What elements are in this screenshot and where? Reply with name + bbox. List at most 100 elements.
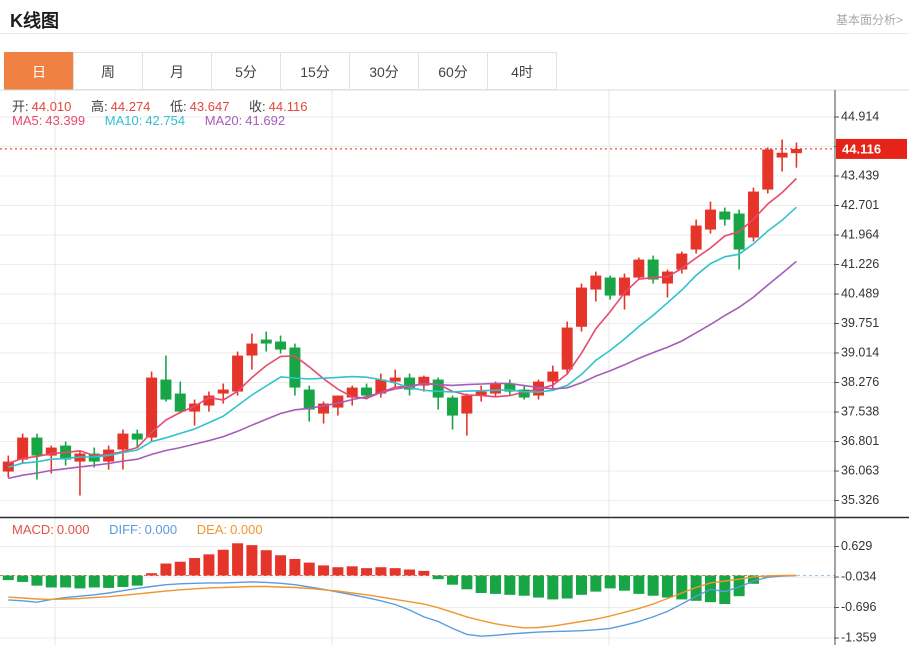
candle-body bbox=[132, 434, 143, 440]
ma20-value: 41.692 bbox=[245, 113, 285, 128]
macd-histogram-bar bbox=[246, 545, 257, 575]
diff-value: 0.000 bbox=[145, 522, 178, 537]
macd-histogram-bar bbox=[232, 543, 243, 575]
macd-histogram-bar bbox=[562, 576, 573, 599]
macd-histogram-bar bbox=[605, 576, 616, 589]
candle-body bbox=[289, 348, 300, 388]
macd-histogram-bar bbox=[519, 576, 530, 596]
ma5-line bbox=[8, 179, 796, 464]
macd-histogram-bar bbox=[490, 576, 501, 594]
axis-tick-label: -0.696 bbox=[841, 600, 876, 614]
ma-readout: MA5:43.399 MA10:42.754 MA20:41.692 bbox=[12, 113, 301, 128]
macd-histogram-bar bbox=[117, 576, 128, 588]
axis-tick-label: 43.439 bbox=[841, 168, 879, 182]
candle-body bbox=[676, 254, 687, 270]
macd-histogram-bar bbox=[504, 576, 515, 595]
candle-body bbox=[17, 438, 28, 460]
macd-histogram-bar bbox=[218, 550, 229, 576]
macd-histogram-bar bbox=[547, 576, 558, 600]
close-label: 收: bbox=[249, 99, 266, 114]
macd-histogram-bar bbox=[289, 559, 300, 576]
axis-tick-label: -0.034 bbox=[841, 569, 876, 583]
high-label: 高: bbox=[91, 99, 108, 114]
candle-body bbox=[433, 380, 444, 398]
macd-histogram-bar bbox=[576, 576, 587, 595]
ma5-value: 43.399 bbox=[45, 113, 85, 128]
macd-histogram-bar bbox=[203, 554, 214, 575]
candle-body bbox=[605, 278, 616, 296]
axis-tick-label: 37.538 bbox=[841, 404, 879, 418]
ma10-label: MA10: bbox=[105, 113, 143, 128]
axis-tick-label: 38.276 bbox=[841, 375, 879, 389]
candle-body bbox=[361, 388, 372, 396]
candle-body bbox=[791, 149, 802, 153]
macd-histogram-bar bbox=[633, 576, 644, 594]
candle-body bbox=[390, 378, 401, 382]
macd-histogram-bar bbox=[433, 576, 444, 580]
axis-tick-label: 42.701 bbox=[841, 198, 879, 212]
close-value: 44.116 bbox=[269, 99, 308, 114]
macd-histogram-bar bbox=[318, 565, 329, 575]
macd-histogram-bar bbox=[74, 576, 85, 589]
axis-tick-label: 39.014 bbox=[841, 345, 879, 359]
axis-tick-label: 0.629 bbox=[841, 539, 872, 553]
candle-body bbox=[218, 390, 229, 394]
macd-histogram-bar bbox=[304, 563, 315, 576]
candle-body bbox=[648, 260, 659, 280]
macd-histogram-bar bbox=[375, 567, 386, 575]
axis-tick-label: 41.226 bbox=[841, 257, 879, 271]
candle-body bbox=[117, 434, 128, 450]
low-value: 43.647 bbox=[190, 99, 230, 114]
macd-histogram-bar bbox=[3, 576, 14, 581]
candle-body bbox=[246, 344, 257, 356]
macd-histogram-bar bbox=[662, 576, 673, 598]
candle-body bbox=[31, 438, 42, 456]
macd-histogram-bar bbox=[275, 555, 286, 575]
ma20-label: MA20: bbox=[205, 113, 243, 128]
axis-tick-label: 35.326 bbox=[841, 493, 879, 507]
macd-histogram-bar bbox=[590, 576, 601, 592]
macd-histogram-bar bbox=[17, 576, 28, 582]
candle-body bbox=[275, 342, 286, 350]
ma10-value: 42.754 bbox=[145, 113, 185, 128]
macd-readout: MACD:0.000 DIFF:0.000 DEA:0.000 bbox=[12, 522, 279, 537]
macd-histogram-bar bbox=[132, 576, 143, 586]
macd-histogram-bar bbox=[676, 576, 687, 600]
candle-body bbox=[461, 396, 472, 414]
macd-histogram-bar bbox=[89, 576, 100, 588]
macd-histogram-bar bbox=[146, 573, 157, 575]
macd-histogram-bar bbox=[461, 576, 472, 590]
open-value: 44.010 bbox=[32, 99, 72, 114]
macd-value: 0.000 bbox=[57, 522, 90, 537]
axis-tick-label: 40.489 bbox=[841, 286, 879, 300]
candle-body bbox=[175, 394, 186, 412]
open-label: 开: bbox=[12, 99, 29, 114]
macd-histogram-bar bbox=[390, 568, 401, 575]
macd-histogram-bar bbox=[619, 576, 630, 591]
candle-body bbox=[762, 150, 773, 190]
candle-body bbox=[576, 288, 587, 327]
axis-tick-label: 41.964 bbox=[841, 227, 879, 241]
axis-tick-label: -1.359 bbox=[841, 630, 876, 644]
macd-histogram-bar bbox=[332, 567, 343, 575]
candle-body bbox=[705, 210, 716, 230]
axis-tick-label: 36.801 bbox=[841, 434, 879, 448]
candle-body bbox=[777, 153, 788, 158]
macd-histogram-bar bbox=[404, 570, 415, 576]
macd-histogram-bar bbox=[648, 576, 659, 596]
high-value: 44.274 bbox=[111, 99, 151, 114]
low-label: 低: bbox=[170, 99, 187, 114]
macd-histogram-bar bbox=[447, 576, 458, 585]
candle-body bbox=[160, 380, 171, 400]
dea-value: 0.000 bbox=[230, 522, 263, 537]
current-price-label: 44.116 bbox=[842, 141, 881, 156]
candle-body bbox=[691, 226, 702, 250]
macd-histogram-bar bbox=[261, 550, 272, 575]
macd-histogram-bar bbox=[31, 576, 42, 586]
candle-body bbox=[304, 390, 315, 410]
macd-histogram-bar bbox=[60, 576, 71, 588]
candle-body bbox=[490, 384, 501, 394]
macd-histogram-bar bbox=[160, 564, 171, 576]
macd-histogram-bar bbox=[46, 576, 57, 588]
axis-tick-label: 39.751 bbox=[841, 316, 879, 330]
